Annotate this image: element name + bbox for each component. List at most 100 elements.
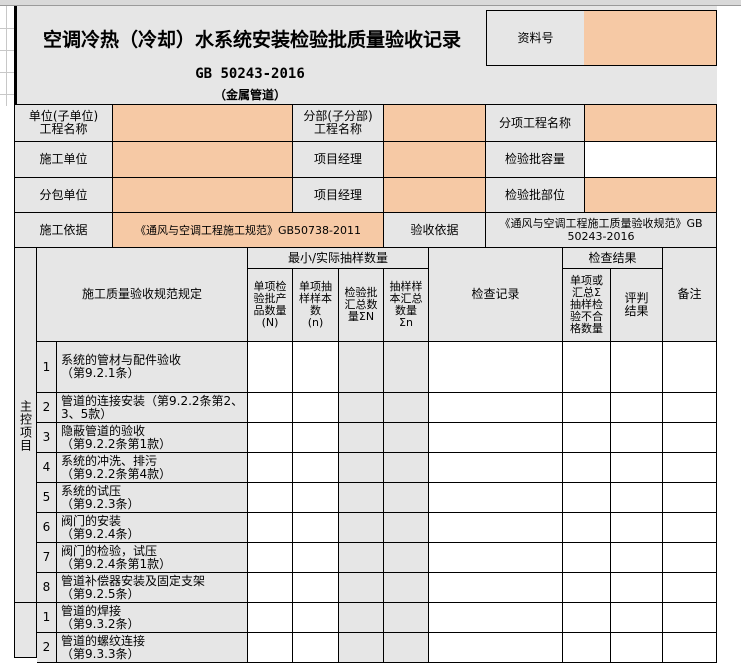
cell-unqualified[interactable] bbox=[563, 543, 611, 573]
cell-remark[interactable] bbox=[663, 342, 717, 393]
row-spec-text: 管道的螺纹连接 （第9.3.3条） bbox=[57, 633, 248, 663]
cell-judge[interactable] bbox=[611, 393, 663, 423]
row-number: 7 bbox=[37, 543, 57, 573]
cell-sum-n bbox=[384, 342, 429, 393]
cell-n[interactable] bbox=[248, 342, 293, 393]
cell-judge[interactable] bbox=[611, 423, 663, 453]
subdivision-field[interactable] bbox=[384, 105, 486, 142]
cell-judge[interactable] bbox=[611, 633, 663, 663]
remark-header: 备注 bbox=[663, 248, 717, 342]
cell-unqualified[interactable] bbox=[563, 603, 611, 633]
row-number: 5 bbox=[37, 483, 57, 513]
item-label: 分项工程名称 bbox=[486, 105, 585, 142]
cell-record[interactable] bbox=[429, 633, 563, 663]
cell-sum-n bbox=[384, 513, 429, 543]
standard-code: GB 50243-2016 bbox=[195, 66, 305, 82]
cell-unqualified[interactable] bbox=[563, 423, 611, 453]
cell-sum-n bbox=[384, 483, 429, 513]
cell-record[interactable] bbox=[429, 342, 563, 393]
doc-no-label: 资料号 bbox=[486, 10, 585, 66]
basis-value[interactable]: 《通风与空调工程施工规范》GB50738-2011 bbox=[113, 213, 384, 248]
row-spec-text: 管道的焊接 （第9.3.2条） bbox=[57, 603, 248, 633]
capacity-field[interactable] bbox=[585, 142, 717, 178]
row-number: 4 bbox=[37, 453, 57, 483]
cell-record[interactable] bbox=[429, 393, 563, 423]
cell-unqualified[interactable] bbox=[563, 342, 611, 393]
cell-judge[interactable] bbox=[611, 573, 663, 603]
cell-small-n[interactable] bbox=[293, 603, 339, 633]
cell-unqualified[interactable] bbox=[563, 453, 611, 483]
general-section bbox=[15, 603, 37, 658]
cell-sum-n bbox=[384, 633, 429, 663]
cell-remark[interactable] bbox=[663, 633, 717, 663]
cell-n[interactable] bbox=[248, 483, 293, 513]
cell-remark[interactable] bbox=[663, 543, 717, 573]
subdivision-label: 分部(子分部) 工程名称 bbox=[293, 105, 384, 142]
subtitle: （金属管道） bbox=[213, 88, 286, 102]
cell-n[interactable] bbox=[248, 423, 293, 453]
cell-small-n[interactable] bbox=[293, 513, 339, 543]
cell-unqualified[interactable] bbox=[563, 633, 611, 663]
cell-unqualified[interactable] bbox=[563, 483, 611, 513]
subcontractor-field[interactable] bbox=[113, 178, 293, 213]
result-header: 检查结果 bbox=[563, 248, 663, 269]
cell-remark[interactable] bbox=[663, 393, 717, 423]
cell-remark[interactable] bbox=[663, 603, 717, 633]
cell-n[interactable] bbox=[248, 573, 293, 603]
cell-sum-n bbox=[384, 573, 429, 603]
cell-record[interactable] bbox=[429, 513, 563, 543]
main-control-label: 主控项目 bbox=[18, 399, 33, 452]
cell-remark[interactable] bbox=[663, 513, 717, 543]
cell-unqualified[interactable] bbox=[563, 573, 611, 603]
cell-judge[interactable] bbox=[611, 483, 663, 513]
cell-sum-N bbox=[339, 483, 384, 513]
cell-unqualified[interactable] bbox=[563, 393, 611, 423]
cell-judge[interactable] bbox=[611, 513, 663, 543]
builder-field[interactable] bbox=[113, 142, 293, 178]
cell-small-n[interactable] bbox=[293, 483, 339, 513]
cell-small-n[interactable] bbox=[293, 393, 339, 423]
item-field[interactable] bbox=[585, 105, 717, 142]
unit-field[interactable] bbox=[113, 105, 293, 142]
cell-small-n[interactable] bbox=[293, 633, 339, 663]
row-spec-text: 管道补偿器安装及固定支架 （第9.2.5条） bbox=[57, 573, 248, 603]
cell-remark[interactable] bbox=[663, 483, 717, 513]
cell-remark[interactable] bbox=[663, 573, 717, 603]
cell-judge[interactable] bbox=[611, 543, 663, 573]
cell-record[interactable] bbox=[429, 423, 563, 453]
cell-sum-n bbox=[384, 543, 429, 573]
cell-small-n[interactable] bbox=[293, 573, 339, 603]
cell-sum-n bbox=[384, 453, 429, 483]
pm2-field[interactable] bbox=[384, 178, 486, 213]
cell-record[interactable] bbox=[429, 543, 563, 573]
row-number: 1 bbox=[37, 342, 57, 393]
spec-header: 施工质量验收规范规定 bbox=[37, 248, 248, 342]
cell-record[interactable] bbox=[429, 603, 563, 633]
doc-no-field[interactable] bbox=[584, 10, 717, 66]
row-spec-text: 隐蔽管道的验收 （第9.2.2条第1款） bbox=[57, 423, 248, 453]
cell-judge[interactable] bbox=[611, 453, 663, 483]
cell-remark[interactable] bbox=[663, 423, 717, 453]
cell-sum-N bbox=[339, 573, 384, 603]
cell-small-n[interactable] bbox=[293, 543, 339, 573]
cell-record[interactable] bbox=[429, 453, 563, 483]
cell-judge[interactable] bbox=[611, 342, 663, 393]
cell-n[interactable] bbox=[248, 633, 293, 663]
cell-n[interactable] bbox=[248, 393, 293, 423]
basis-label: 施工依据 bbox=[15, 213, 113, 248]
cell-n[interactable] bbox=[248, 603, 293, 633]
pm-field[interactable] bbox=[384, 142, 486, 178]
cell-small-n[interactable] bbox=[293, 423, 339, 453]
cell-judge[interactable] bbox=[611, 603, 663, 633]
cell-record[interactable] bbox=[429, 483, 563, 513]
location-field[interactable] bbox=[585, 178, 717, 213]
cell-unqualified[interactable] bbox=[563, 513, 611, 543]
cell-small-n[interactable] bbox=[293, 342, 339, 393]
cell-n[interactable] bbox=[248, 513, 293, 543]
cell-n[interactable] bbox=[248, 453, 293, 483]
cell-remark[interactable] bbox=[663, 453, 717, 483]
cell-n[interactable] bbox=[248, 543, 293, 573]
cell-record[interactable] bbox=[429, 573, 563, 603]
cell-sum-N bbox=[339, 633, 384, 663]
cell-small-n[interactable] bbox=[293, 453, 339, 483]
